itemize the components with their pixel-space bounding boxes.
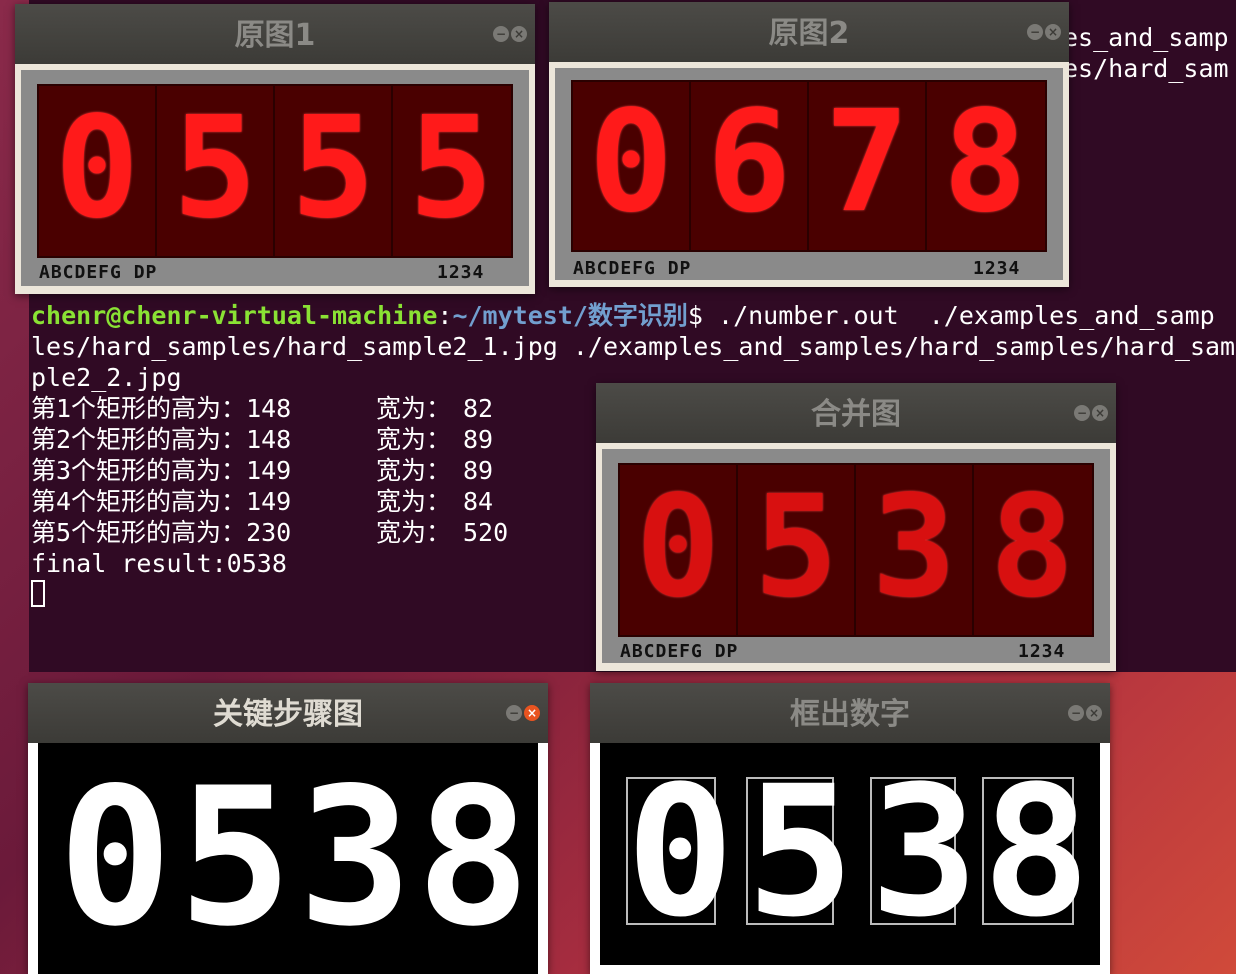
window-steps[interactable]: 关键步骤图 − × 0 5 3 8	[28, 683, 548, 974]
rect-width: 89	[463, 425, 494, 454]
rect-height: 148	[246, 425, 292, 454]
minimize-icon[interactable]: −	[1074, 405, 1090, 421]
rect-width: 520	[463, 518, 509, 547]
terminal-fragment: es/hard_sam	[1063, 54, 1229, 83]
boxed-digit: 5	[746, 748, 855, 957]
minimize-icon[interactable]: −	[493, 26, 509, 42]
minimize-icon[interactable]: −	[506, 705, 522, 721]
binary-digit: 8	[416, 747, 531, 968]
pin-label: ABCDEFG DP	[573, 258, 692, 279]
window-title: 原图1	[15, 4, 535, 64]
window-title: 关键步骤图	[28, 683, 548, 743]
rect-width: 82	[463, 394, 494, 423]
display-image: 0 5 3 8 ABCDEFG DP 1234	[596, 443, 1116, 671]
binary-digit: 5	[178, 747, 293, 968]
pin-label: ABCDEFG DP	[39, 262, 158, 283]
window-boxes[interactable]: 框出数字 − × 0 5 3 8	[590, 683, 1110, 974]
prompt-separator: :	[437, 301, 453, 330]
terminal-cursor	[31, 580, 45, 607]
segment-digit: 8	[989, 466, 1075, 629]
rect-width-label: 宽为：	[376, 518, 452, 547]
segment-digit: 3	[871, 466, 957, 629]
pin-numbers: 1234	[437, 262, 485, 283]
rect-line: 第5个矩形的高为：230 宽为： 520	[31, 517, 508, 548]
window-merged[interactable]: 合并图 − × 0 5 3 8 ABCDEFG DP 1234	[596, 383, 1116, 671]
prompt-command: $ ./number.out ./examples_and_samp	[687, 301, 1215, 330]
rect-height: 148	[246, 394, 292, 423]
window-title: 原图2	[549, 2, 1069, 62]
terminal-line: les/hard_samples/hard_sample2_1.jpg ./ex…	[31, 332, 1236, 361]
rect-line: 第4个矩形的高为：149 宽为： 84	[31, 486, 493, 517]
rect-width: 84	[463, 487, 494, 516]
segment-digit: 0	[635, 466, 721, 629]
terminal-prompt-line: chenr@chenr-virtual-machine:~/mytest/数字识…	[31, 300, 1215, 331]
rect-label: 第4个矩形的高为：	[31, 487, 247, 516]
close-icon[interactable]: ×	[1092, 405, 1108, 421]
rect-width: 89	[463, 456, 494, 485]
binary-digit: 3	[298, 747, 413, 968]
window-title: 合并图	[596, 383, 1116, 443]
final-result-line: final result:0538	[31, 549, 287, 578]
boxed-digit: 0	[626, 748, 735, 957]
binary-digit: 0	[58, 747, 173, 968]
rect-width-label: 宽为：	[376, 487, 452, 516]
segment-digit: 5	[408, 87, 494, 250]
rect-label: 第1个矩形的高为：	[31, 394, 247, 423]
binary-image: 0 5 3 8	[28, 743, 548, 974]
segment-digit: 5	[753, 466, 839, 629]
segment-digit: 5	[172, 87, 258, 250]
terminal-line: ple2_2.jpg	[31, 363, 182, 392]
pin-numbers: 1234	[973, 258, 1021, 279]
rect-label: 第5个矩形的高为：	[31, 518, 247, 547]
window-orig1[interactable]: 原图1 − × 0 5 5 5 ABCDEFG DP 1234	[15, 4, 535, 294]
prompt-path: ~/mytest/数字识别	[452, 301, 688, 330]
pin-label: ABCDEFG DP	[620, 641, 739, 662]
terminal-fragment: es_and_samp	[1063, 23, 1229, 52]
close-icon[interactable]: ×	[1086, 705, 1102, 721]
display-image: 0 5 5 5 ABCDEFG DP 1234	[15, 64, 535, 294]
rect-height: 149	[246, 487, 292, 516]
rect-width-label: 宽为：	[376, 394, 452, 423]
window-title: 框出数字	[590, 683, 1110, 743]
display-image: 0 6 7 8 ABCDEFG DP 1234	[549, 62, 1069, 287]
rect-line: 第1个矩形的高为：148 宽为： 82	[31, 393, 493, 424]
rect-line: 第2个矩形的高为：148 宽为： 89	[31, 424, 493, 455]
window-orig2[interactable]: 原图2 − × 0 6 7 8 ABCDEFG DP 1234	[549, 2, 1069, 287]
minimize-icon[interactable]: −	[1027, 24, 1043, 40]
rect-label: 第3个矩形的高为：	[31, 456, 247, 485]
close-icon[interactable]: ×	[1045, 24, 1061, 40]
prompt-user: chenr@chenr-virtual-machine	[31, 301, 438, 330]
segment-digit: 7	[824, 81, 910, 244]
rect-height: 230	[246, 518, 292, 547]
rect-label: 第2个矩形的高为：	[31, 425, 247, 454]
rect-height: 149	[246, 456, 292, 485]
segment-digit: 5	[290, 87, 376, 250]
boxed-digit: 3	[870, 748, 979, 957]
boxed-image: 0 5 3 8	[590, 743, 1110, 974]
segment-digit: 0	[54, 87, 140, 250]
boxed-digit: 8	[982, 748, 1091, 957]
rect-width-label: 宽为：	[376, 456, 452, 485]
close-icon[interactable]: ×	[524, 705, 540, 721]
segment-digit: 8	[942, 81, 1028, 244]
segment-digit: 6	[706, 81, 792, 244]
close-icon[interactable]: ×	[511, 26, 527, 42]
rect-line: 第3个矩形的高为：149 宽为： 89	[31, 455, 493, 486]
segment-digit: 0	[588, 81, 674, 244]
rect-width-label: 宽为：	[376, 425, 452, 454]
minimize-icon[interactable]: −	[1068, 705, 1084, 721]
pin-numbers: 1234	[1018, 641, 1066, 662]
